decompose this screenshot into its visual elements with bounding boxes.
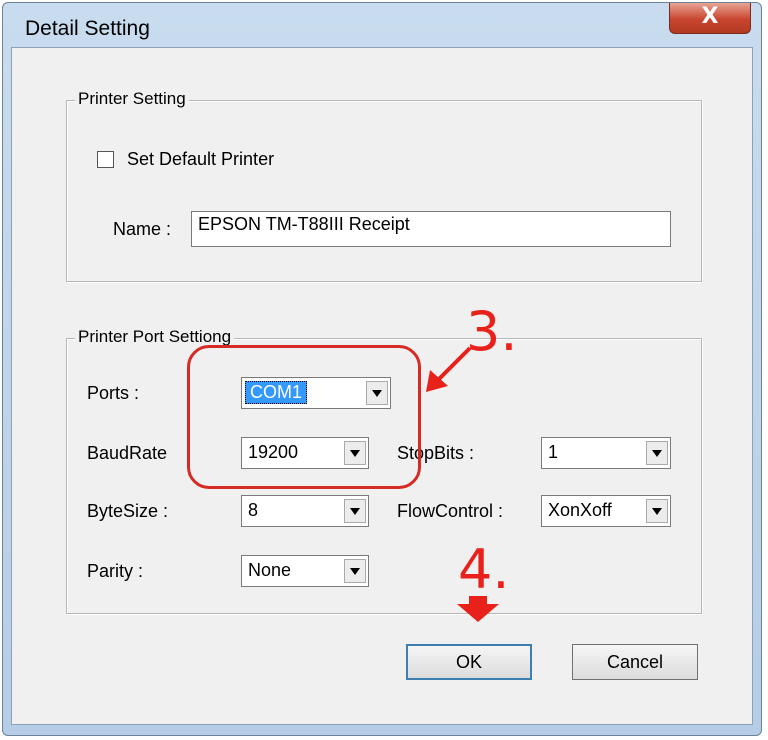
window-title: Detail Setting [25, 17, 150, 40]
printer-port-setting-label: Printer Port Settiong [75, 327, 235, 347]
baudrate-label: BaudRate [87, 443, 168, 463]
annotation-arrow-icon [426, 346, 472, 392]
printer-name-field[interactable]: EPSON TM-T88III Receipt [191, 211, 671, 247]
chevron-down-icon[interactable] [344, 499, 366, 523]
flowcontrol-dropdown[interactable]: XonXoff [541, 495, 671, 527]
parity-dropdown[interactable]: None [241, 555, 369, 587]
cancel-button[interactable]: Cancel [572, 644, 698, 680]
annotation-highlight-box [187, 345, 421, 489]
chevron-down-icon[interactable] [344, 559, 366, 583]
name-label: Name : [113, 219, 172, 239]
parity-value: None [248, 560, 292, 580]
close-button[interactable]: X [669, 3, 751, 34]
bytesize-label: ByteSize : [87, 501, 169, 521]
set-default-printer-checkbox[interactable] [97, 151, 114, 168]
flowcontrol-value: XonXoff [548, 500, 612, 520]
chevron-down-icon[interactable] [646, 441, 668, 465]
stopbits-dropdown[interactable]: 1 [541, 437, 671, 469]
annotation-down-arrow-icon [457, 596, 499, 622]
chevron-down-icon[interactable] [646, 499, 668, 523]
printer-setting-group: Printer Setting Set Default Printer Name… [66, 89, 702, 282]
bytesize-value: 8 [248, 500, 259, 520]
set-default-printer-label[interactable]: Set Default Printer [127, 149, 274, 170]
ports-label: Ports : [87, 383, 140, 403]
parity-label: Parity : [87, 561, 144, 581]
annotation-step-4: 4. [458, 538, 510, 601]
flowcontrol-label: FlowControl : [397, 501, 504, 521]
ok-button[interactable]: OK [406, 644, 532, 680]
bytesize-dropdown[interactable]: 8 [241, 495, 369, 527]
printer-setting-label: Printer Setting [75, 89, 189, 109]
title-bar[interactable]: Detail Setting X [3, 3, 761, 47]
close-icon: X [701, 4, 719, 29]
stopbits-value: 1 [548, 442, 559, 462]
